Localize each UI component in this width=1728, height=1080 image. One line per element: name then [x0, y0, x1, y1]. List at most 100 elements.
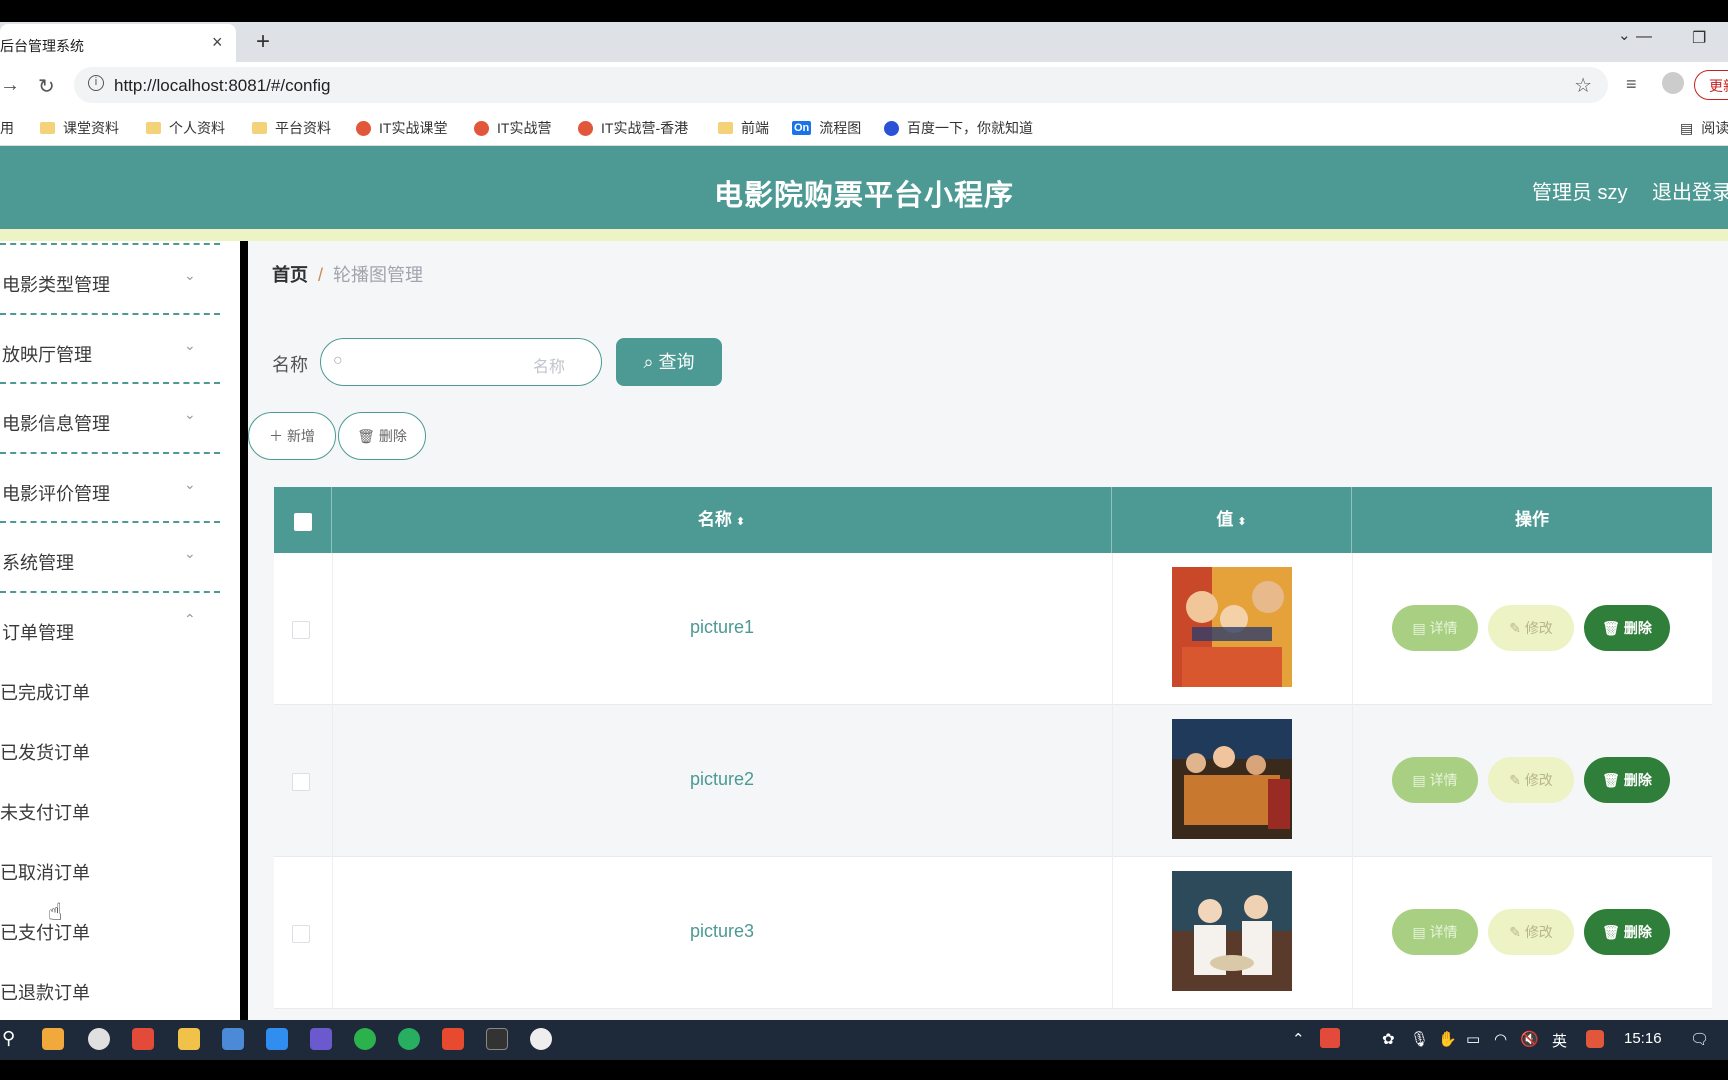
- tray-app-icon[interactable]: [1586, 1030, 1604, 1048]
- breadcrumb-home[interactable]: 首页: [272, 265, 308, 285]
- clock[interactable]: 15:16: [1624, 1030, 1662, 1047]
- sidebar-subitem-paid[interactable]: 已支付订单: [0, 919, 90, 945]
- forward-icon[interactable]: →: [0, 74, 20, 97]
- tray-app-icon[interactable]: ✋: [1438, 1030, 1457, 1048]
- update-button[interactable]: 更新: [1694, 70, 1728, 100]
- reading-list-icon[interactable]: ≡: [1626, 74, 1637, 95]
- taskbar: ⚲ ⌃ ✿ 🎙 ✋ ▭ ◠ 🔇 英 15:16 🗨: [0, 1020, 1728, 1060]
- row-checkbox[interactable]: [292, 773, 310, 791]
- chat-icon[interactable]: [530, 1028, 552, 1050]
- bookmark-folder[interactable]: 前端: [718, 118, 769, 138]
- header-select-all[interactable]: [274, 487, 332, 553]
- select-all-checkbox[interactable]: [294, 513, 312, 531]
- bookmark-link[interactable]: On 流程图: [792, 118, 861, 138]
- app-icon[interactable]: [42, 1028, 64, 1050]
- ime-indicator[interactable]: 英: [1552, 1030, 1567, 1051]
- url-text[interactable]: http://localhost:8081/#/config: [114, 76, 330, 96]
- row-thumbnail[interactable]: [1172, 871, 1292, 991]
- microphone-icon[interactable]: 🎙: [1410, 1030, 1429, 1048]
- detail-button[interactable]: ▤ 详情: [1392, 757, 1478, 803]
- sidebar-item-system[interactable]: 系统管理 ⌄: [0, 521, 220, 591]
- minimize-icon[interactable]: —: [1636, 28, 1652, 46]
- notification-icon[interactable]: 🗨: [1690, 1030, 1709, 1048]
- reload-icon[interactable]: ↻: [38, 74, 55, 99]
- search-input[interactable]: ○ 名称: [320, 338, 602, 386]
- tab-search-icon[interactable]: ⌄: [1618, 26, 1631, 44]
- sort-icon[interactable]: ⬍: [736, 516, 745, 528]
- sidebar-item-movie-review[interactable]: 电影评价管理 ⌄: [0, 452, 220, 522]
- app-icon[interactable]: [222, 1028, 244, 1050]
- bookmark-star-icon[interactable]: ☆: [1574, 73, 1592, 98]
- bookmark-link[interactable]: IT实战课堂: [356, 118, 447, 138]
- bookmark-folder[interactable]: 个人资料: [146, 118, 225, 138]
- logout-link[interactable]: 退出登录: [1652, 176, 1728, 205]
- header-ops-label: 操作: [1515, 510, 1549, 529]
- reading-mode[interactable]: ▤ 阅读: [1680, 118, 1728, 138]
- pencil-icon: ✎: [1509, 620, 1521, 636]
- row-thumbnail[interactable]: [1172, 567, 1292, 687]
- file-explorer-icon[interactable]: [178, 1028, 200, 1050]
- profile-avatar-icon[interactable]: [1662, 72, 1684, 94]
- bookmark-link[interactable]: 百度一下，你就知道: [884, 118, 1033, 138]
- sidebar-subitem-cancelled[interactable]: 已取消订单: [0, 859, 90, 885]
- wps-icon[interactable]: [442, 1028, 464, 1050]
- detail-button[interactable]: ▤ 详情: [1392, 909, 1478, 955]
- delete-button[interactable]: 🗑 删除: [1584, 757, 1670, 803]
- delete-button[interactable]: 🗑 删除: [1584, 909, 1670, 955]
- tray-app-icon[interactable]: ✿: [1382, 1030, 1395, 1048]
- battery-icon[interactable]: ▭: [1466, 1030, 1480, 1048]
- add-button[interactable]: ＋ 新增: [248, 412, 336, 460]
- bookmark-link[interactable]: IT实战营-香港: [578, 118, 688, 138]
- row-thumbnail[interactable]: [1172, 719, 1292, 839]
- app-icon[interactable]: [266, 1028, 288, 1050]
- volume-muted-icon[interactable]: 🔇: [1520, 1030, 1539, 1048]
- search-icon[interactable]: ⚲: [2, 1028, 15, 1049]
- bookmark-apps[interactable]: 用: [0, 118, 14, 138]
- chrome-icon[interactable]: [88, 1028, 110, 1050]
- bookmark-label: IT实战营-香港: [601, 120, 689, 136]
- cell-divider: [1112, 857, 1113, 1009]
- sidebar-subitem-unpaid[interactable]: 未支付订单: [0, 799, 90, 825]
- sidebar-subitem-shipped[interactable]: 已发货订单: [0, 739, 90, 765]
- bookmark-label: 阅读: [1701, 120, 1728, 136]
- browser-tab-bar: 后台管理系统 × + ⌄ — ❐: [0, 22, 1728, 62]
- sidebar-subitem-refunded[interactable]: 已退款订单: [0, 979, 90, 1005]
- bookmark-link[interactable]: IT实战营: [474, 118, 551, 138]
- sidebar-item-movie-info[interactable]: 电影信息管理 ⌄: [0, 382, 220, 452]
- sidebar-subitem-completed[interactable]: 已完成订单: [0, 679, 90, 705]
- restore-icon[interactable]: ❐: [1692, 28, 1706, 48]
- recorder-icon[interactable]: [132, 1028, 154, 1050]
- wechat-icon[interactable]: [354, 1028, 376, 1050]
- edit-button[interactable]: ✎ 修改: [1488, 909, 1574, 955]
- omnibox[interactable]: i http://localhost:8081/#/config ☆: [74, 67, 1608, 103]
- row-checkbox[interactable]: [292, 621, 310, 639]
- bookmark-folder[interactable]: 课堂资料: [40, 118, 119, 138]
- sidebar-item-hall[interactable]: 放映厅管理 ⌄: [0, 313, 220, 383]
- sidebar-item-orders[interactable]: 订单管理 ⌃: [0, 591, 220, 661]
- trash-icon: 🗑: [357, 428, 375, 444]
- site-info-icon[interactable]: i: [88, 75, 104, 91]
- new-tab-button[interactable]: +: [256, 28, 270, 56]
- edit-button[interactable]: ✎ 修改: [1488, 605, 1574, 651]
- app-icon[interactable]: [310, 1028, 332, 1050]
- delete-button[interactable]: 🗑 删除: [1584, 605, 1670, 651]
- folder-icon: [252, 122, 267, 134]
- tab-close-icon[interactable]: ×: [212, 32, 223, 53]
- edit-button[interactable]: ✎ 修改: [1488, 757, 1574, 803]
- wifi-icon[interactable]: ◠: [1494, 1030, 1507, 1048]
- app-icon[interactable]: [398, 1028, 420, 1050]
- header-name[interactable]: 名称 ⬍: [332, 487, 1112, 553]
- row-checkbox[interactable]: [292, 925, 310, 943]
- browser-tab[interactable]: 后台管理系统 ×: [0, 24, 236, 62]
- bookmark-folder[interactable]: 平台资料: [252, 118, 331, 138]
- detail-button[interactable]: ▤ 详情: [1392, 605, 1478, 651]
- sidebar-item-movie-type[interactable]: 电影类型管理 ⌄: [0, 243, 220, 313]
- sort-icon[interactable]: ⬍: [1237, 516, 1246, 528]
- terminal-icon[interactable]: [486, 1028, 508, 1050]
- query-button[interactable]: ⌕ 查询: [616, 338, 722, 386]
- site-favicon-icon: [356, 120, 371, 136]
- header-value[interactable]: 值 ⬍: [1112, 487, 1352, 553]
- batch-delete-button[interactable]: 🗑 删除: [338, 412, 426, 460]
- recorder-tray-icon[interactable]: [1320, 1028, 1340, 1048]
- tray-expand-icon[interactable]: ⌃: [1292, 1030, 1305, 1048]
